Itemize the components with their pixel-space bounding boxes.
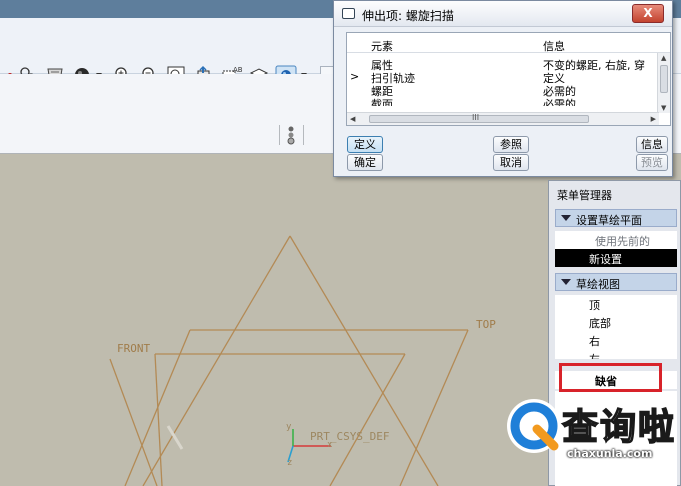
element-column-header: 元素 [371,40,393,53]
list-item[interactable]: 属性 不变的螺距, 右旋, 穿 [347,57,657,72]
info-button[interactable]: 信息 [636,136,668,153]
section-label: 草绘视图 [576,278,620,291]
sketch-view-header[interactable]: 草绘视图 [555,273,677,291]
menu-manager-title: 菜单管理器 [557,189,612,202]
watermark-logo [507,399,561,453]
menu-item-label: 顶 [589,299,600,312]
scroll-left-icon[interactable]: ◀ [350,115,355,123]
menu-item-new-setting[interactable]: 新设置 [555,249,677,267]
helical-sweep-dialog: 伸出项: 螺旋扫描 X 元素 信息 属性 不变的螺距, 右旋, 穿 > 扫引轨迹… [333,0,673,177]
row-marker: > [350,70,360,83]
toolbar-separator [279,125,280,145]
info-column-header: 信息 [543,40,565,53]
dialog-title-bar[interactable]: 伸出项: 螺旋扫描 X [334,1,672,27]
top-plane-label[interactable]: TOP [476,318,496,331]
spin-center-icon[interactable] [284,124,298,146]
menu-item-bottom[interactable]: 底部 [555,313,677,331]
setup-sketch-plane-header[interactable]: 设置草绘平面 [555,209,677,227]
z-axis-label: z [287,458,293,468]
menu-item-left[interactable]: 左 [555,349,677,359]
menu-item-use-previous[interactable]: 使用先前的 [555,231,677,249]
scroll-grip: III [472,113,480,122]
reference-button[interactable]: 参照 [493,136,529,153]
horizontal-scrollbar[interactable]: ◀ III ▶ [347,112,659,125]
y-axis-label: y [286,422,292,432]
vertical-scrollbar[interactable]: ▲ ▼ [657,53,670,113]
front-plane-label[interactable]: FRONT [117,342,150,355]
list-item[interactable]: 螺距 必需的 [347,83,657,98]
scroll-up-icon[interactable]: ▲ [661,54,666,62]
element-info: 必需的 [543,98,576,106]
menu-item-label: 右 [589,335,600,348]
menu-item-right[interactable]: 右 [555,331,677,349]
dialog-title: 伸出项: 螺旋扫描 [362,9,454,23]
list-item[interactable]: > 扫引轨迹 定义 [347,70,657,85]
watermark-url: chaxunla.com [567,447,653,460]
menu-item-label: 底部 [589,317,611,330]
window-icon [342,8,355,19]
close-button[interactable]: X [632,4,664,23]
collapse-icon [561,279,571,285]
list-item[interactable]: 截面 必需的 [347,96,657,106]
define-button[interactable]: 定义 [347,136,383,153]
scroll-right-icon[interactable]: ▶ [651,115,656,123]
menu-item-label: 使用先前的 [595,235,650,248]
menu-item-top[interactable]: 顶 [555,295,677,313]
list-header: 元素 信息 [347,33,670,53]
section-label: 设置草绘平面 [576,214,642,227]
watermark-brand: 查询啦 [561,406,677,449]
element-list: 元素 信息 属性 不变的螺距, 右旋, 穿 > 扫引轨迹 定义 螺距 必需的 截… [346,32,671,126]
svg-text:AB: AB [233,66,243,74]
menu-item-label: 左 [589,351,600,359]
collapse-icon [561,215,571,221]
csys-label[interactable]: PRT_CSYS_DEF [310,430,389,443]
cancel-button[interactable]: 取消 [493,154,529,171]
highlight-annotation [559,363,662,392]
scroll-down-icon[interactable]: ▼ [661,104,666,112]
menu-item-label: 新设置 [589,253,622,266]
ok-button[interactable]: 确定 [347,154,383,171]
x-axis-label: x [327,440,333,450]
scroll-thumb[interactable] [660,65,668,93]
element-name: 截面 [371,98,393,106]
preview-button[interactable]: 预览 [636,154,668,171]
toolbar-separator [303,125,304,145]
